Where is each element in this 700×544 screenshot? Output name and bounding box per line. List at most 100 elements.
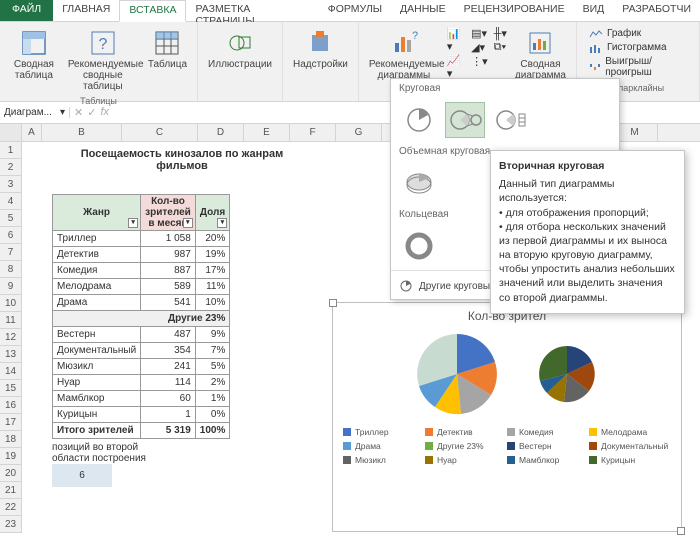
- col-header[interactable]: G: [336, 124, 382, 141]
- select-all-corner[interactable]: [0, 124, 22, 141]
- row-header[interactable]: 1: [0, 142, 22, 159]
- row-header[interactable]: 18: [0, 431, 22, 448]
- chart-type-tooltip: Вторичная круговая Данный тип диаграммы …: [490, 150, 685, 314]
- filter-arrow-icon[interactable]: ▾: [128, 218, 138, 228]
- legend-item: Вестерн: [507, 441, 589, 451]
- tab-review[interactable]: РЕЦЕНЗИРОВАНИЕ: [455, 0, 574, 21]
- pie-option-3d[interactable]: [399, 165, 439, 201]
- table-button[interactable]: Таблица: [144, 25, 191, 94]
- chart-type-column[interactable]: 📊▾: [447, 27, 465, 53]
- col-header[interactable]: B: [42, 124, 122, 141]
- table-row: Вестерн4879%: [53, 327, 230, 343]
- recommended-charts-icon: ?: [388, 27, 420, 59]
- row-header[interactable]: 21: [0, 482, 22, 499]
- chart-type-stock[interactable]: ╫▾: [494, 27, 507, 40]
- legend-item: Другие 23%: [425, 441, 507, 451]
- chart-type-area[interactable]: ◢▾: [471, 41, 488, 54]
- legend-item: Мюзикл: [343, 455, 425, 465]
- param-value[interactable]: 6: [52, 464, 112, 487]
- col-header[interactable]: D: [198, 124, 244, 141]
- legend-item: Триллер: [343, 427, 425, 437]
- tab-data[interactable]: ДАННЫЕ: [391, 0, 455, 21]
- header-share[interactable]: Доля▾: [195, 195, 230, 231]
- recommended-pivot-icon: ?: [87, 27, 119, 59]
- table-row: Мюзикл2415%: [53, 359, 230, 375]
- ribbon-tabs: ФАЙЛ ГЛАВНАЯ ВСТАВКА РАЗМЕТКА СТРАНИЦЫ Ф…: [0, 0, 700, 22]
- enter-formula-icon[interactable]: ✓: [87, 106, 96, 119]
- col-header[interactable]: F: [290, 124, 336, 141]
- name-box[interactable]: Диаграм...▾: [0, 107, 70, 118]
- embedded-chart[interactable]: Кол-во зрител: [332, 302, 682, 532]
- row-header[interactable]: 19: [0, 448, 22, 465]
- doughnut-option[interactable]: [399, 228, 439, 264]
- row-header[interactable]: 11: [0, 312, 22, 329]
- data-table: Жанр▾ Кол-во зрителей в месяц▾ Доля▾ Три…: [52, 194, 230, 439]
- legend-item: Документальный: [589, 441, 671, 451]
- pivot-table-button[interactable]: Сводная таблица: [6, 25, 62, 94]
- row-header[interactable]: 17: [0, 414, 22, 431]
- header-genre[interactable]: Жанр▾: [53, 195, 141, 231]
- illustrations-button[interactable]: Иллюстрации: [204, 25, 276, 96]
- row-header[interactable]: 12: [0, 329, 22, 346]
- chart-type-bar[interactable]: ▤▾: [471, 27, 488, 40]
- chart-legend: ТриллерДетективКомедияМелодрамаДрамаДруг…: [333, 423, 681, 469]
- filter-arrow-icon[interactable]: ▾: [217, 218, 227, 228]
- row-header[interactable]: 6: [0, 227, 22, 244]
- table-row: Комедия88717%: [53, 263, 230, 279]
- row-header[interactable]: 20: [0, 465, 22, 482]
- pivot-chart-icon: [524, 27, 556, 59]
- row-header[interactable]: 22: [0, 499, 22, 516]
- tab-developer[interactable]: РАЗРАБОТЧИ: [613, 0, 700, 21]
- tab-home[interactable]: ГЛАВНАЯ: [53, 0, 119, 21]
- row-header[interactable]: 3: [0, 176, 22, 193]
- col-header[interactable]: E: [244, 124, 290, 141]
- row-header[interactable]: 9: [0, 278, 22, 295]
- pie-option-secondary-pie[interactable]: [445, 102, 485, 138]
- primary-pie-icon: [402, 329, 512, 419]
- chart-type-scatter[interactable]: ⋮▾: [471, 55, 488, 68]
- tab-pagelayout[interactable]: РАЗМЕТКА СТРАНИЦЫ: [186, 0, 318, 21]
- tab-formulas[interactable]: ФОРМУЛЫ: [319, 0, 391, 21]
- table-row: Курицын10%: [53, 407, 230, 423]
- row-header[interactable]: 15: [0, 380, 22, 397]
- sparkline-winloss-button[interactable]: Выигрыш/проигрыш: [585, 55, 691, 79]
- row-header[interactable]: 10: [0, 295, 22, 312]
- filter-arrow-icon[interactable]: ▾: [183, 218, 193, 228]
- table-row: Триллер1 05820%: [53, 231, 230, 247]
- tab-view[interactable]: ВИД: [574, 0, 614, 21]
- header-viewers[interactable]: Кол-во зрителей в месяц▾: [141, 195, 196, 231]
- legend-item: Комедия: [507, 427, 589, 437]
- pie-option-2d[interactable]: [399, 102, 439, 138]
- shapes-icon: [224, 27, 256, 59]
- tab-file[interactable]: ФАЙЛ: [0, 0, 53, 21]
- tooltip-body: Данный тип диаграммы используется: • для…: [499, 177, 676, 305]
- row-header[interactable]: 13: [0, 346, 22, 363]
- addins-button[interactable]: Надстройки: [289, 25, 352, 96]
- pie-option-secondary-bar[interactable]: [491, 102, 531, 138]
- table-icon: [151, 27, 183, 59]
- row-header[interactable]: 2: [0, 159, 22, 176]
- recommended-pivot-button[interactable]: ? Рекомендуемые сводные таблицы: [64, 25, 142, 94]
- row-header[interactable]: 16: [0, 397, 22, 414]
- table-row: Нуар1142%: [53, 375, 230, 391]
- cancel-formula-icon[interactable]: ✕: [74, 106, 83, 119]
- row-header[interactable]: 14: [0, 363, 22, 380]
- chart-type-line[interactable]: 📈▾: [447, 54, 465, 80]
- row-header[interactable]: 4: [0, 193, 22, 210]
- tab-insert[interactable]: ВСТАВКА: [119, 0, 186, 22]
- group-tables-label: Таблицы: [80, 94, 117, 106]
- chart-type-combo[interactable]: ⧉▾: [494, 41, 507, 54]
- table-row: Документальный3547%: [53, 343, 230, 359]
- row-header[interactable]: 7: [0, 244, 22, 261]
- sparkline-line-button[interactable]: График: [585, 27, 691, 40]
- svg-text:?: ?: [98, 36, 107, 53]
- row-header[interactable]: 5: [0, 210, 22, 227]
- row-header[interactable]: 8: [0, 261, 22, 278]
- secondary-pie-icon: [532, 329, 612, 419]
- fx-icon[interactable]: fx: [100, 106, 109, 119]
- col-header[interactable]: A: [22, 124, 42, 141]
- table-row: Мамблкор601%: [53, 391, 230, 407]
- sparkline-column-button[interactable]: Гистограмма: [585, 41, 691, 54]
- row-header[interactable]: 23: [0, 516, 22, 533]
- col-header[interactable]: C: [122, 124, 198, 141]
